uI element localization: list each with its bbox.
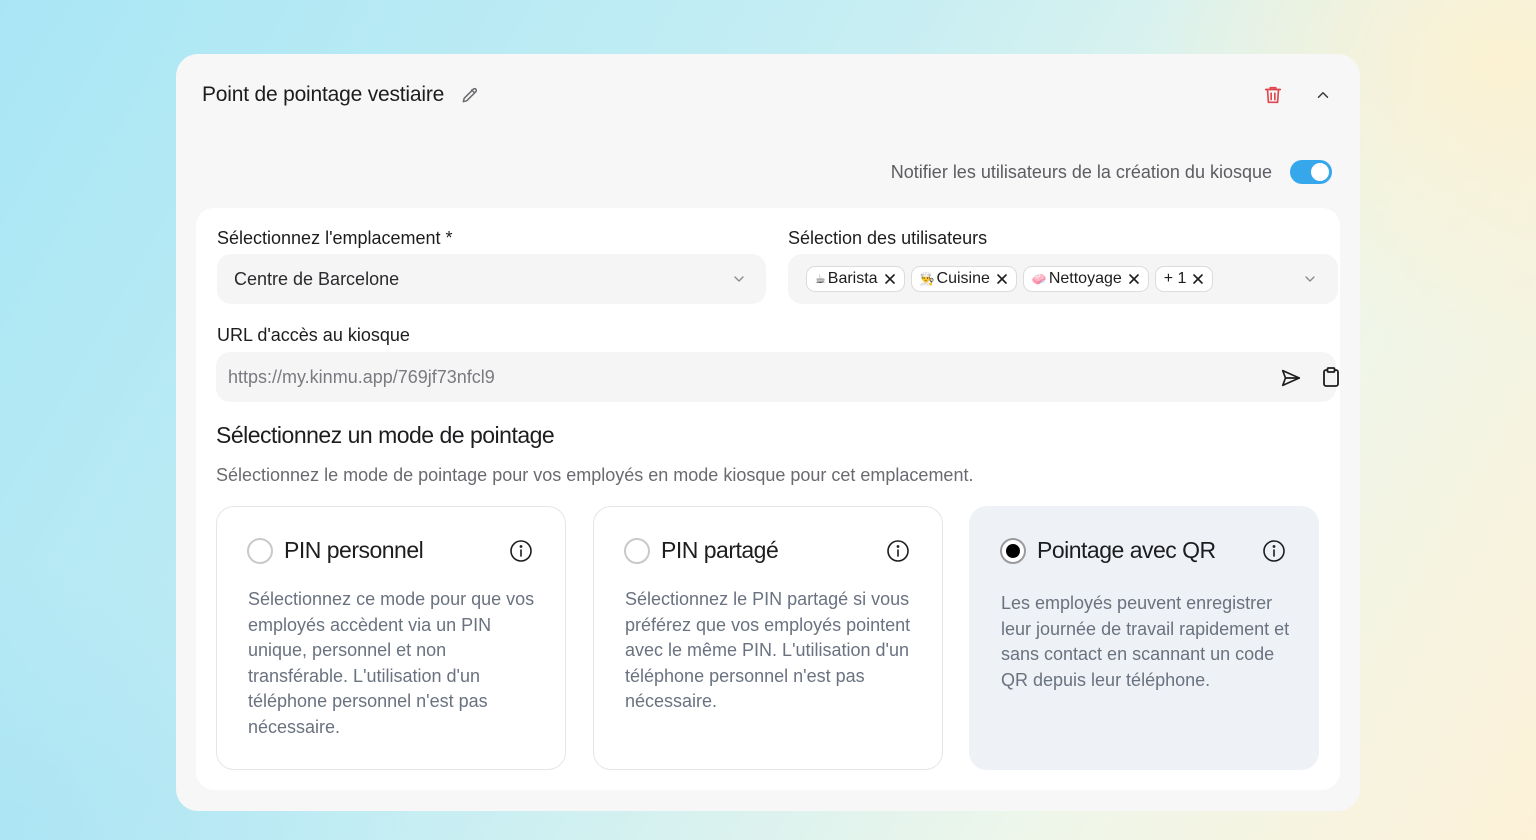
send-icon[interactable]	[1280, 367, 1302, 389]
info-icon[interactable]	[509, 539, 533, 563]
mode-card-shared-pin[interactable]: PIN partagé Sélectionnez le PIN partagé …	[593, 506, 943, 770]
trash-icon[interactable]	[1262, 84, 1284, 106]
notify-toggle[interactable]	[1290, 160, 1332, 184]
chevron-down-icon	[1302, 271, 1318, 287]
close-icon[interactable]	[1128, 273, 1140, 285]
coffee-icon: ☕	[815, 272, 826, 286]
location-value: Centre de Barcelone	[234, 268, 400, 289]
pencil-icon[interactable]	[460, 85, 480, 105]
more-users-tag: + 1	[1154, 266, 1214, 292]
user-tag: 👨‍🍳 Cuisine	[910, 266, 1017, 292]
soap-icon: 🧼	[1031, 272, 1047, 286]
notify-label: Notifier les utilisateurs de la création…	[890, 161, 1272, 182]
url-value: https://my.kinmu.app/769jf73nfcl9	[228, 366, 495, 387]
toggle-knob	[1311, 163, 1329, 181]
mode-description: Les employés peuvent enregistrer leur jo…	[1001, 593, 1290, 690]
close-icon[interactable]	[1192, 273, 1204, 285]
url-label: URL d'accès au kiosque	[217, 325, 410, 345]
radio-qr[interactable]	[1000, 538, 1026, 564]
radio-personal-pin[interactable]	[247, 538, 273, 564]
user-tag: 🧼 Nettoyage	[1022, 266, 1149, 292]
mode-section-title: Sélectionnez un mode de pointage	[216, 422, 555, 448]
user-tag: ☕ Barista	[806, 266, 905, 292]
tag-label: Barista	[827, 270, 878, 287]
notify-row: Notifier les utilisateurs de la création…	[891, 160, 1332, 184]
kiosk-card: Point de pointage vestiaire Notifier les…	[176, 54, 1360, 811]
mode-section-description: Sélectionnez le mode de pointage pour vo…	[216, 465, 974, 485]
info-icon[interactable]	[1262, 539, 1286, 563]
location-select[interactable]: Centre de Barcelone	[217, 254, 766, 304]
mode-description: Sélectionnez le PIN partagé si vous préf…	[625, 589, 911, 712]
mode-title: Pointage avec QR	[1037, 537, 1216, 563]
card-header: Point de pointage vestiaire	[202, 80, 480, 110]
users-label: Sélection des utilisateurs	[788, 228, 988, 248]
mode-card-qr[interactable]: Pointage avec QR Les employés peuvent en…	[969, 506, 1319, 770]
url-field[interactable]: https://my.kinmu.app/769jf73nfcl9	[216, 352, 1339, 402]
location-label: Sélectionnez l'emplacement *	[217, 228, 453, 248]
tag-label: + 1	[1163, 270, 1187, 287]
users-select[interactable]: ☕ Barista 👨‍🍳 Cuisine 🧼 Nettoyage	[788, 254, 1338, 304]
mode-card-personal-pin[interactable]: PIN personnel Sélectionnez ce mode pour …	[216, 506, 566, 770]
mode-title: PIN partagé	[661, 537, 779, 563]
close-icon[interactable]	[996, 273, 1008, 285]
kiosk-form: Sélectionnez l'emplacement * Centre de B…	[196, 208, 1340, 790]
close-icon[interactable]	[884, 273, 896, 285]
kiosk-title: Point de pointage vestiaire	[202, 83, 445, 106]
tag-label: Cuisine	[936, 270, 990, 287]
chevron-down-icon	[731, 271, 747, 287]
radio-shared-pin[interactable]	[624, 538, 650, 564]
clipboard-icon[interactable]	[1321, 366, 1341, 388]
radio-selected-dot	[1006, 544, 1020, 558]
mode-description: Sélectionnez ce mode pour que vos employ…	[248, 589, 535, 737]
mode-title: PIN personnel	[284, 537, 424, 563]
chevron-up-icon[interactable]	[1314, 86, 1332, 104]
tag-label: Nettoyage	[1048, 270, 1122, 287]
chef-icon: 👨‍🍳	[919, 272, 935, 286]
info-icon[interactable]	[886, 539, 910, 563]
